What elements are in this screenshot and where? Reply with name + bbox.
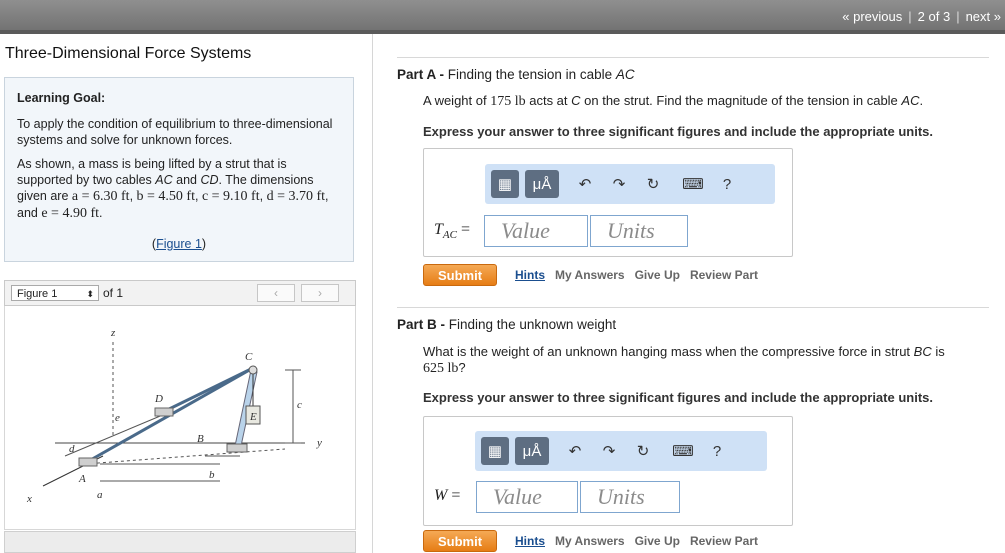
top-bar: « previous | 2 of 3 | next » [0,0,1005,34]
part-a-rule [397,57,989,58]
part-b-hints-link[interactable]: Hints [515,534,545,548]
learning-goal-text: To apply the condition of equilibrium to… [17,117,333,147]
next-link[interactable]: next » [966,9,1001,24]
figure-link[interactable]: Figure 1 [156,237,202,251]
redo-icon[interactable]: ↷ [595,437,623,465]
label-c-point: C [245,351,253,363]
part-a-instruction: Express your answer to three significant… [423,124,933,139]
part-a-title: Part A - Finding the tension in cable AC [397,67,635,82]
dim-d: d = 3.70 ft [266,189,326,204]
part-a-value-input[interactable]: Value [484,215,588,247]
part-b-instruction: Express your answer to three significant… [423,390,933,405]
label-x: x [26,493,32,505]
figure-link-row: (Figure 1) [151,237,207,251]
part-b-answer-box: ▦ μÅ ↶ ↷ ↻ ⌨ ? W = Value Units [423,416,793,526]
redo-icon[interactable]: ↷ [605,170,633,198]
part-b-actions: Submit Hints My Answers Give Up Review P… [423,530,768,552]
strut-diagram: z C D e c E B d y A b x a [26,327,322,505]
help-icon[interactable]: ? [713,170,741,198]
figure-count: of 1 [103,286,124,300]
select-arrows-icon: ⬍ [86,289,94,299]
label-a-point: A [78,473,86,485]
part-a-give-up-link[interactable]: Give Up [635,268,680,282]
label-y: y [316,437,322,449]
dim-a: a = 6.30 ft [71,189,130,204]
keyboard-icon[interactable]: ⌨ [669,437,697,465]
problem-description: As shown, a mass is being lifted by a st… [17,157,329,221]
page-title: Three-Dimensional Force Systems [5,45,252,62]
reset-icon[interactable]: ↻ [629,437,657,465]
pager-position: 2 of 3 [917,9,951,24]
chevron-right-icon: › [318,286,322,300]
dim-e: e = 4.90 ft [41,206,100,221]
templates-icon[interactable]: ▦ [491,170,519,198]
part-a-hints-link[interactable]: Hints [515,268,545,282]
pager-separator: | [908,9,912,24]
figure-next-button[interactable]: › [301,284,339,302]
part-b-review-link[interactable]: Review Part [690,534,758,548]
pager: « previous | 2 of 3 | next » [842,9,1001,24]
figure-footer [4,531,356,553]
previous-link[interactable]: « previous [842,9,902,24]
part-a-math-toolbar: ▦ μÅ ↶ ↷ ↻ ⌨ ? [485,164,775,204]
part-a-actions: Submit Hints My Answers Give Up Review P… [423,264,768,286]
undo-icon[interactable]: ↶ [561,437,589,465]
undo-icon[interactable]: ↶ [571,170,599,198]
support-d [154,407,174,417]
label-a-dim: a [97,489,103,501]
help-icon[interactable]: ? [703,437,731,465]
part-a-prompt: A weight of 175 lb acts at C on the stru… [423,93,924,109]
label-b-point: B [197,433,204,445]
part-b-eq-label: W = [434,487,461,504]
part-b-my-answers-link[interactable]: My Answers [555,534,625,548]
units-icon[interactable]: μÅ [515,437,549,465]
learning-goal-heading: Learning Goal: [17,91,106,105]
part-b-submit-button[interactable]: Submit [423,530,497,552]
panel-divider [372,34,373,553]
label-e-mass: E [249,411,257,423]
part-a-eq-label: TAC = [434,221,470,242]
cable-cd [162,366,254,414]
joint-c [248,365,258,375]
part-b-rule [397,307,989,308]
learning-goal-box: Learning Goal: To apply the condition of… [4,77,354,262]
dim-c: c = 9.10 ft [201,189,260,204]
units-icon[interactable]: μÅ [525,170,559,198]
part-b-give-up-link[interactable]: Give Up [635,534,680,548]
part-a-submit-button[interactable]: Submit [423,264,497,286]
keyboard-icon[interactable]: ⌨ [679,170,707,198]
label-d-dim: d [69,443,75,455]
left-panel: Three-Dimensional Force Systems Learning… [0,34,372,553]
label-c-dim: c [297,399,302,411]
figure-select[interactable]: Figure 1 ⬍ [11,285,99,301]
support-a [78,457,98,467]
part-b-title: Part B - Finding the unknown weight [397,317,617,332]
part-a-review-link[interactable]: Review Part [690,268,758,282]
figure-prev-button[interactable]: ‹ [257,284,295,302]
label-z: z [110,327,116,339]
part-b-units-input[interactable]: Units [580,481,680,513]
part-b-prompt: What is the weight of an unknown hanging… [423,344,945,376]
part-a-answer-box: ▦ μÅ ↶ ↷ ↻ ⌨ ? TAC = Value Units [423,148,793,257]
dim-b: b = 4.50 ft [136,189,195,204]
part-b-value-input[interactable]: Value [476,481,578,513]
chevron-left-icon: ‹ [274,286,278,300]
label-d-point: D [154,393,163,405]
part-a-units-input[interactable]: Units [590,215,688,247]
figure-toolbar: Figure 1 ⬍ of 1 ‹ › [4,280,356,306]
templates-icon[interactable]: ▦ [481,437,509,465]
part-b-math-toolbar: ▦ μÅ ↶ ↷ ↻ ⌨ ? [475,431,767,471]
pager-separator: | [956,9,960,24]
label-e-dim: e [115,412,120,424]
support-b [226,443,248,453]
part-a-my-answers-link[interactable]: My Answers [555,268,625,282]
label-b-dim: b [209,469,215,481]
reset-icon[interactable]: ↻ [639,170,667,198]
figure-area: z C D e c E B d y A b x a [4,306,356,530]
